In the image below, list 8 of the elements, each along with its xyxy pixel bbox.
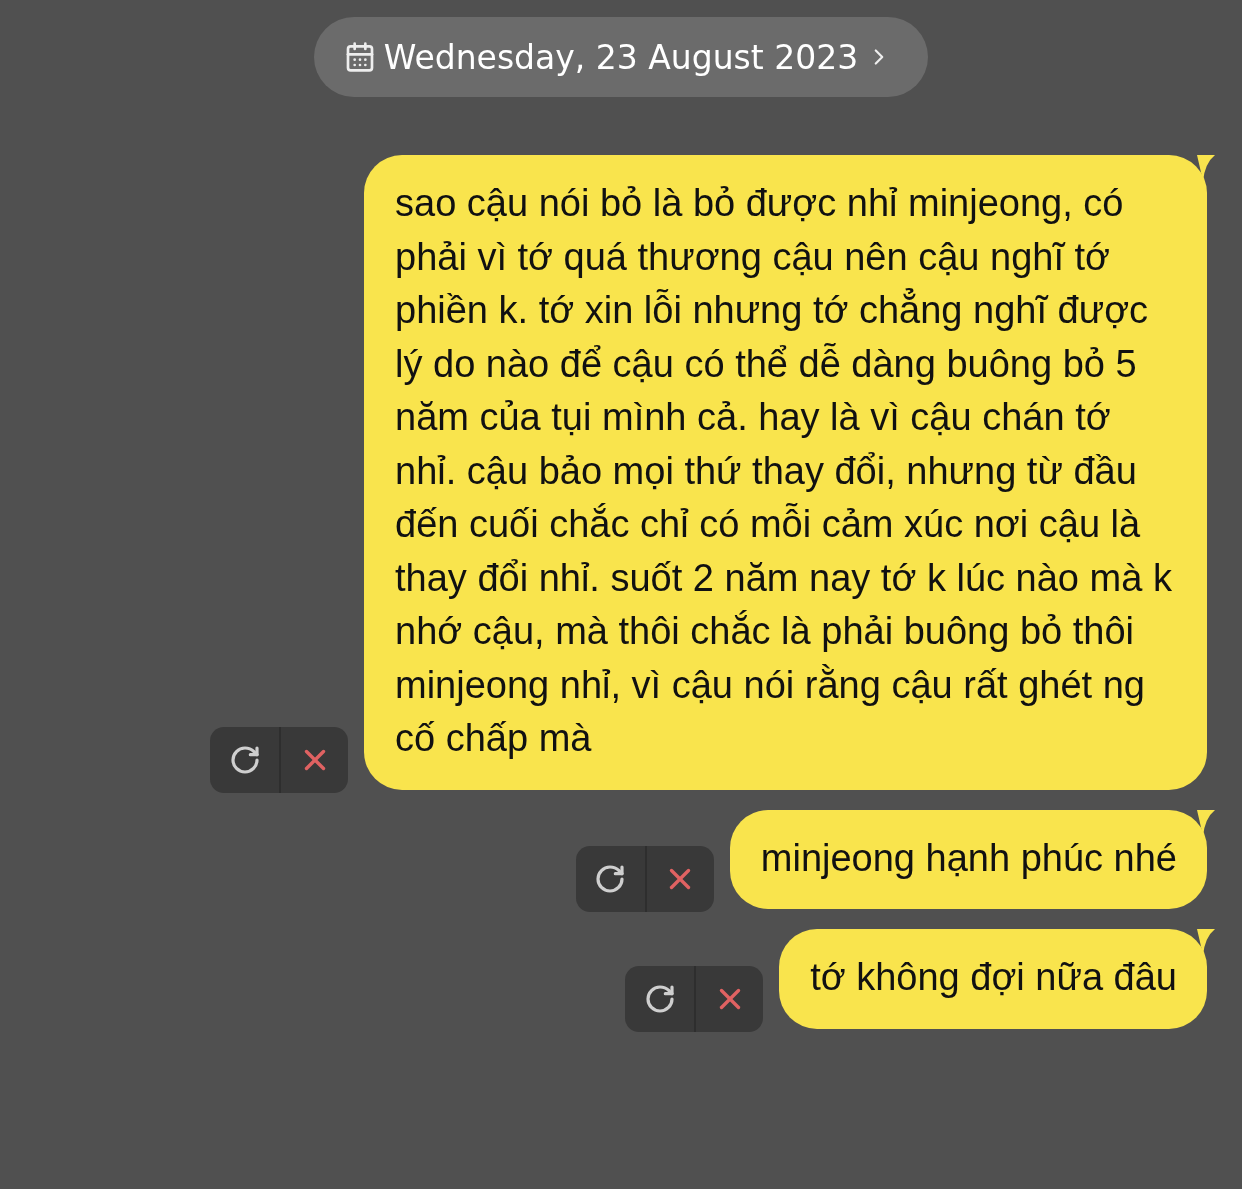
retry-icon [228,743,261,776]
retry-icon [643,982,676,1015]
bubble-tail [1197,929,1215,955]
date-label: Wednesday, 23 August 2023 [383,37,859,77]
bubble-tail [1197,809,1215,836]
retry-icon [594,863,627,895]
bubble-tail [1197,155,1215,181]
date-header[interactable]: Wednesday, 23 August 2023 [313,17,929,97]
